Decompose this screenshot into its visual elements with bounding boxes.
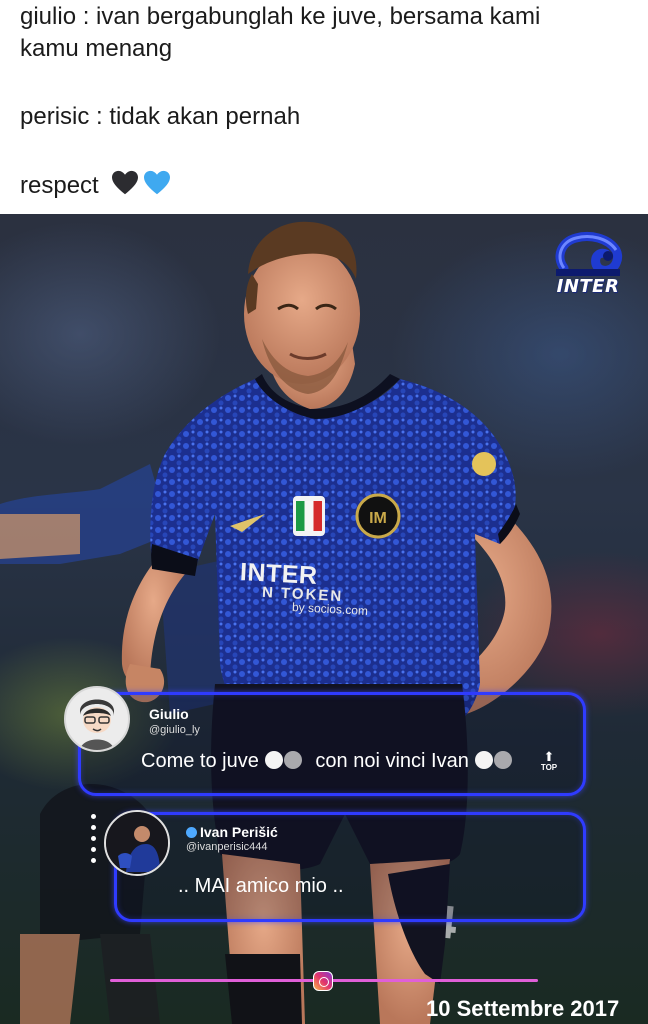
- comment-author-name: Ivan Perišić: [200, 824, 278, 840]
- comment-author-name-verified[interactable]: Ivan Perišić: [186, 824, 278, 840]
- player-avatar-icon: [106, 812, 168, 874]
- blue-heart-icon: [144, 170, 171, 195]
- caption-line-3: perisic : tidak akan pernah: [20, 103, 301, 130]
- post-date: 10 Settembre 2017: [426, 996, 620, 1021]
- post-photo[interactable]: IM 14 INTER N TOKEN by socios.com INTER: [0, 214, 648, 1024]
- top-label: TOP: [540, 763, 558, 772]
- caption-line-1: giulio : ivan bergabunglah ke juve, bers…: [20, 3, 541, 30]
- comment-text-giulio: Come to juve con noi vinci Ivan: [141, 750, 512, 773]
- comment-author-handle[interactable]: @ivanperisic444: [186, 841, 268, 853]
- comment-text-part-1: Come to juve: [141, 750, 259, 772]
- comment-author-name[interactable]: Giulio: [149, 706, 189, 722]
- caption-line-4: respect: [20, 170, 171, 201]
- caption-respect-text: respect: [20, 172, 99, 199]
- svg-text:IM: IM: [369, 510, 387, 527]
- cartoon-avatar-icon: [66, 688, 128, 750]
- comment-text-part-2: con noi vinci Ivan: [315, 750, 469, 772]
- comment-author-handle[interactable]: @giulio_ly: [149, 724, 200, 736]
- comment-text-perisic: .. MAI amico mio ..: [178, 875, 344, 897]
- comment-box-perisic: [114, 812, 586, 922]
- avatar-perisic[interactable]: [104, 810, 170, 876]
- instagram-icon[interactable]: [313, 971, 333, 991]
- juve-dots-icon: [474, 750, 512, 772]
- caption-line-2: kamu menang: [20, 35, 173, 62]
- arrow-up-icon: ⬆: [543, 749, 555, 764]
- top-button[interactable]: ⬆ TOP: [538, 750, 560, 776]
- juve-dots-icon: [264, 750, 302, 772]
- page-logo: INTER: [550, 228, 626, 302]
- avatar-giulio[interactable]: [64, 686, 130, 752]
- black-heart-icon: [112, 170, 139, 195]
- logo-text: INTER: [556, 276, 620, 297]
- verified-badge-icon: [186, 827, 197, 838]
- thread-connector: [91, 814, 97, 868]
- snake-logo-icon: [555, 232, 623, 276]
